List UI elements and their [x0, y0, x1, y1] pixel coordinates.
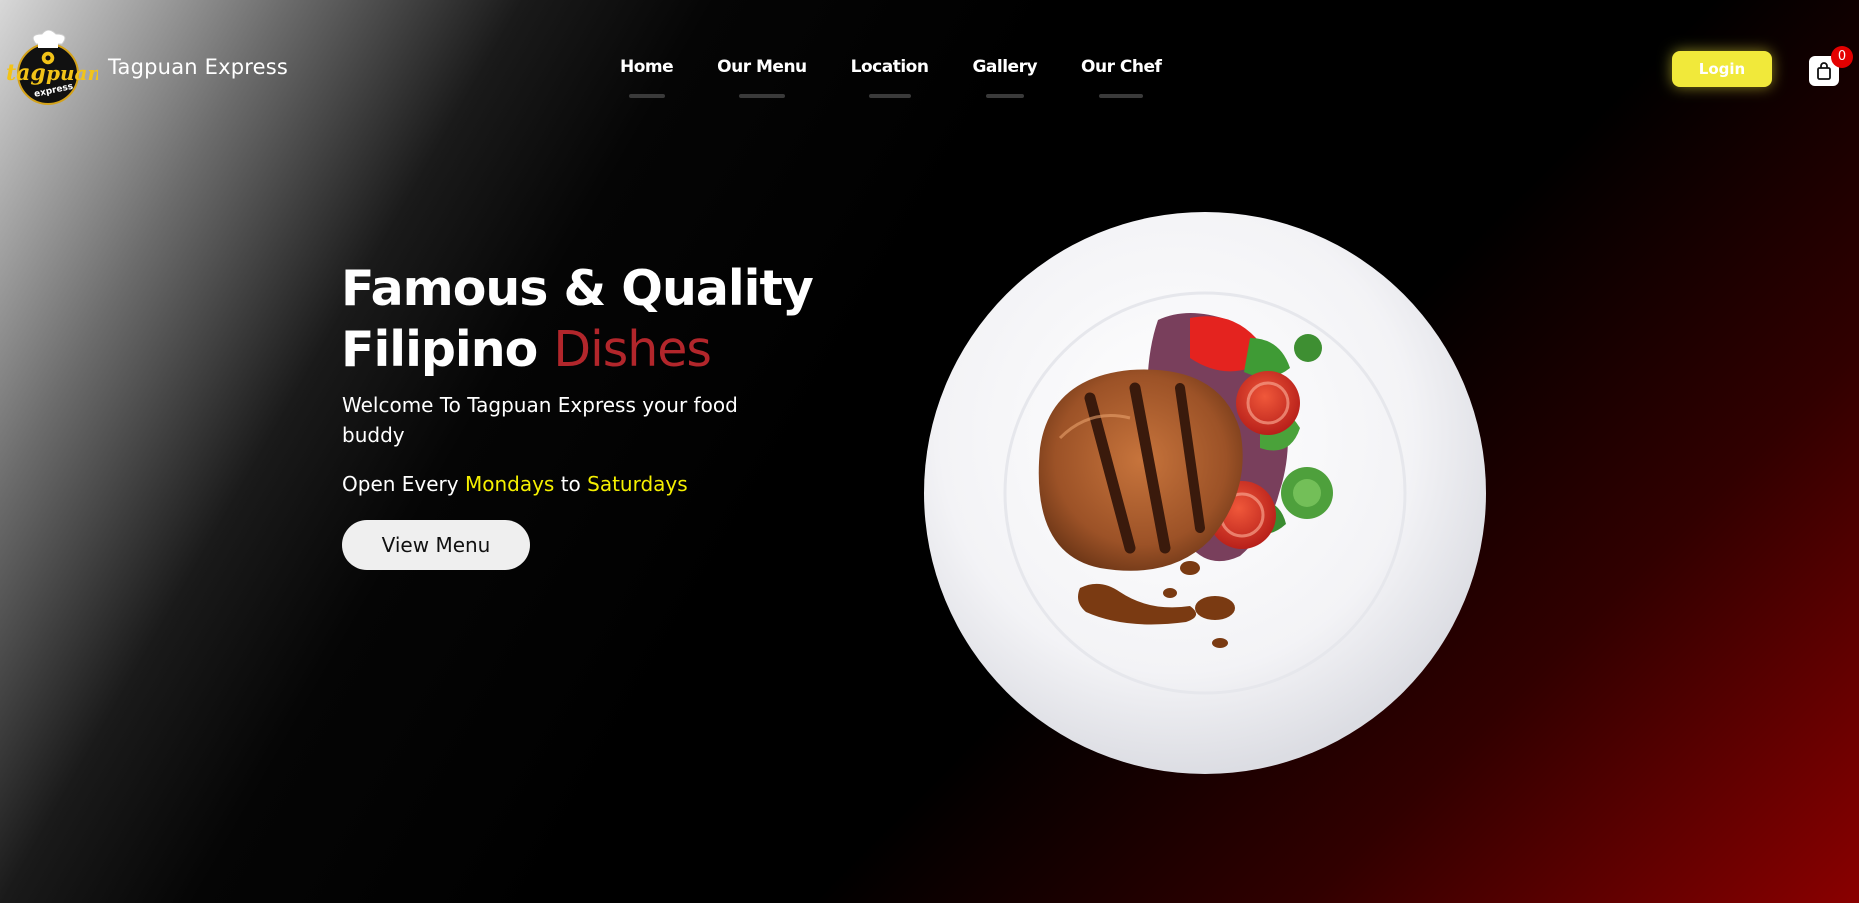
hours-start-day: Mondays: [464, 472, 555, 496]
hours-connector: to: [554, 472, 588, 496]
view-menu-button[interactable]: View Menu: [342, 520, 530, 570]
nav-item-home[interactable]: Home: [620, 57, 674, 99]
brand-name[interactable]: Tagpuan Express: [108, 55, 288, 79]
nav-item-label: Our Menu: [717, 57, 807, 77]
page: tag puan express Tagpuan Express Home Ou…: [0, 0, 1859, 903]
nav-item-location[interactable]: Location: [851, 57, 929, 99]
cart-count-badge: 0: [1831, 46, 1853, 68]
nav-underline: [738, 94, 785, 98]
svg-text:tag: tag: [6, 60, 46, 86]
opening-hours: Open Every Mondays to Saturdays: [342, 472, 688, 496]
nav-item-label: Home: [620, 57, 674, 77]
hero-title-accent: Dishes: [553, 321, 712, 378]
nav-underline: [1099, 94, 1144, 98]
hours-end-day: Saturdays: [587, 472, 688, 496]
svg-text:puan: puan: [46, 61, 98, 85]
nav-underline: [985, 94, 1024, 98]
nav-item-label: Our Chef: [1081, 57, 1162, 77]
hero-welcome-text: Welcome To Tagpuan Express your food bud…: [342, 393, 738, 447]
nav-item-label: Gallery: [972, 57, 1038, 77]
brand-logo-icon[interactable]: tag puan express: [4, 30, 98, 106]
nav-item-gallery[interactable]: Gallery: [972, 57, 1038, 99]
nav-underline: [628, 94, 665, 98]
hero-title-line1: Famous & Quality: [341, 260, 814, 317]
cart-button[interactable]: 0: [1809, 46, 1853, 86]
site-header: tag puan express Tagpuan Express Home Ou…: [0, 0, 1859, 120]
login-button[interactable]: Login: [1672, 51, 1772, 87]
hours-prefix: Open Every: [342, 472, 465, 496]
grilled-pork-plate-image: [924, 212, 1486, 774]
nav-underline: [868, 94, 911, 98]
nav-item-our-menu[interactable]: Our Menu: [717, 57, 807, 99]
hero-title: Famous & Quality Filipino Dishes: [341, 258, 814, 380]
hero-title-line2: Filipino: [341, 321, 554, 378]
nav-item-our-chef[interactable]: Our Chef: [1081, 57, 1162, 99]
main-nav: Home Our Menu Location Gallery Our Chef: [620, 57, 1205, 99]
nav-item-label: Location: [850, 57, 929, 77]
